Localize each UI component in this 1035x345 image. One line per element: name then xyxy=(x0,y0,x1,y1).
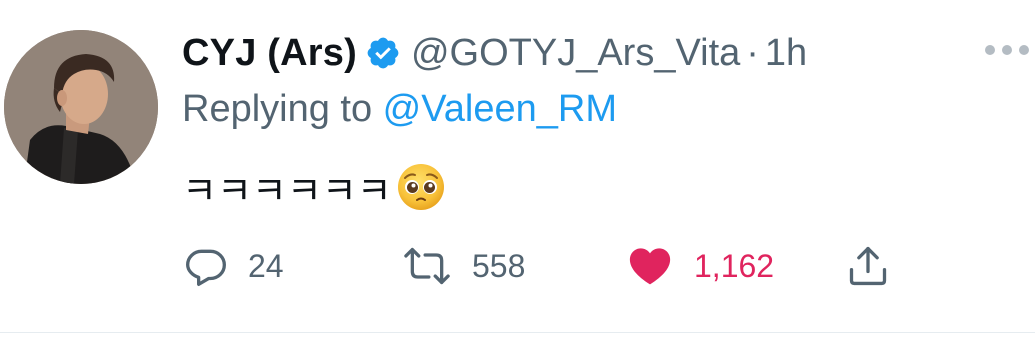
avatar[interactable] xyxy=(4,30,158,184)
reply-count: 24 xyxy=(248,247,284,284)
share-icon xyxy=(849,246,887,286)
divider xyxy=(0,332,1035,333)
reply-mention-link[interactable]: @Valeen_RM xyxy=(383,88,617,130)
tweet-header: CYJ (Ars) @GOTYJ_Ars_Vita · 1h xyxy=(182,28,807,78)
avatar-image xyxy=(4,30,158,184)
separator-dot: · xyxy=(746,31,759,74)
retweet-button[interactable]: 558 xyxy=(402,240,525,292)
tweet[interactable]: CYJ (Ars) @GOTYJ_Ars_Vita · 1h Replying … xyxy=(0,0,1035,345)
pleading-face-emoji-icon xyxy=(396,162,446,212)
replying-to: Replying to @Valeen_RM xyxy=(182,88,617,131)
verified-badge-icon xyxy=(365,35,401,71)
like-button[interactable]: 1,162 xyxy=(626,240,774,292)
share-button[interactable] xyxy=(846,240,890,292)
handle[interactable]: @GOTYJ_Ars_Vita xyxy=(411,32,740,75)
replying-prefix: Replying to xyxy=(182,88,383,130)
timestamp[interactable]: 1h xyxy=(765,32,807,75)
reply-icon xyxy=(186,249,226,286)
tweet-text-content: ㅋㅋㅋㅋㅋㅋ xyxy=(182,170,392,213)
heart-icon xyxy=(629,248,671,285)
retweet-count: 558 xyxy=(472,247,526,284)
display-name[interactable]: CYJ (Ars) xyxy=(182,32,357,75)
retweet-icon xyxy=(404,247,450,285)
more-icon[interactable] xyxy=(985,40,1029,60)
like-count: 1,162 xyxy=(694,247,775,284)
tweet-actions: 24 558 1,162 xyxy=(184,240,904,292)
reply-button[interactable]: 24 xyxy=(184,240,284,292)
tweet-text: ㅋㅋㅋㅋㅋㅋ xyxy=(182,160,446,214)
